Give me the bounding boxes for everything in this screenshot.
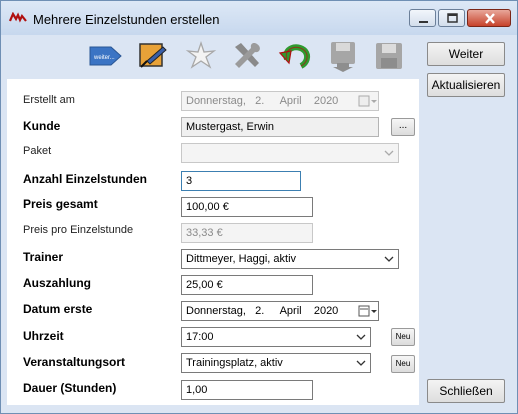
save-as-icon — [331, 42, 355, 72]
ort-new-button[interactable]: Neu — [391, 355, 415, 373]
paket-combobox — [181, 143, 399, 163]
ort-label: Veranstaltungsort — [23, 355, 126, 369]
minimize-icon — [419, 21, 428, 23]
schliessen-button[interactable]: Schließen — [427, 379, 505, 403]
erstellt-am-label: Erstellt am — [23, 94, 75, 106]
tools-icon — [235, 43, 260, 68]
close-button[interactable] — [467, 9, 511, 27]
datum-erste-label: Datum erste — [23, 302, 93, 316]
preis-pro-label: Preis pro Einzelstunde — [23, 224, 134, 236]
aktualisieren-button[interactable]: Aktualisieren — [427, 73, 505, 97]
maximize-button[interactable] — [438, 9, 465, 27]
datum-weekday: Donnerstag, — [186, 305, 246, 317]
erstellt-weekday: Donnerstag, — [186, 95, 246, 107]
undo-arrow-icon — [278, 44, 311, 69]
close-icon — [485, 13, 495, 24]
datum-month: April — [279, 305, 302, 317]
erstellt-am-datepicker: Donnerstag, 2. April 2020 — [181, 91, 379, 111]
dauer-input[interactable]: 1,00 — [181, 380, 313, 400]
arrow-tag-icon: weiter... — [89, 46, 122, 66]
svg-text:weiter...: weiter... — [93, 55, 115, 61]
chevron-down-icon — [384, 150, 394, 156]
title-bar: Mehrere Einzelstunden erstellen — [1, 1, 517, 35]
toolbar: weiter... — [7, 37, 419, 77]
kunde-select-button[interactable]: ... — [391, 118, 415, 136]
datum-erste-datepicker[interactable]: Donnerstag, 2. April 2020 — [181, 301, 379, 321]
edit-document-icon — [139, 43, 167, 68]
preis-gesamt-label: Preis gesamt — [23, 197, 98, 211]
auszahlung-input[interactable]: 25,00 € — [181, 275, 313, 295]
preis-gesamt-input[interactable]: 100,00 € — [181, 197, 313, 217]
calendar-icon — [358, 95, 377, 107]
kunde-label: Kunde — [23, 119, 61, 133]
trainer-label: Trainer — [23, 250, 64, 264]
undo-toolbar-button[interactable] — [277, 39, 313, 73]
preis-pro-field: 33,33 € — [181, 223, 313, 243]
save-toolbar-button[interactable] — [371, 39, 407, 73]
chevron-down-icon[interactable] — [353, 329, 369, 345]
ort-combobox[interactable]: Trainingsplatz, aktiv — [181, 353, 371, 373]
star-outline-icon — [185, 40, 217, 69]
tools-toolbar-button[interactable] — [229, 39, 265, 73]
erstellt-year: 2020 — [313, 95, 339, 107]
erstellt-day: 2. — [255, 95, 265, 107]
anzahl-input[interactable]: 3 — [181, 171, 301, 191]
form-panel: Erstellt am Donnerstag, 2. April 2020 Ku… — [7, 79, 419, 405]
weiter-toolbar-button[interactable]: weiter... — [87, 39, 123, 73]
minimize-button[interactable] — [409, 9, 436, 27]
datum-day: 2. — [255, 305, 265, 317]
uhrzeit-combobox[interactable]: 17:00 — [181, 327, 371, 347]
datum-year: 2020 — [313, 305, 339, 317]
erstellt-month: April — [279, 95, 302, 107]
save-as-toolbar-button[interactable] — [325, 39, 361, 73]
maximize-icon — [447, 13, 458, 23]
anzahl-label: Anzahl Einzelstunden — [23, 172, 148, 186]
weiter-button[interactable]: Weiter — [427, 42, 505, 66]
paket-label: Paket — [23, 145, 52, 157]
app-logo-icon — [9, 12, 27, 23]
new-toolbar-button[interactable] — [183, 39, 219, 73]
auszahlung-label: Auszahlung — [23, 276, 91, 290]
uhrzeit-label: Uhrzeit — [23, 329, 64, 343]
dauer-label: Dauer (Stunden) — [23, 381, 117, 395]
trainer-combobox[interactable]: Dittmeyer, Haggi, aktiv — [181, 249, 399, 269]
edit-toolbar-button[interactable] — [135, 39, 171, 73]
save-icon — [376, 43, 402, 69]
dialog-window: Mehrere Einzelstunden erstellen weiter..… — [0, 0, 518, 414]
kunde-field[interactable]: Mustergast, Erwin — [181, 117, 379, 137]
calendar-icon[interactable] — [358, 302, 378, 320]
chevron-down-icon[interactable] — [381, 251, 397, 267]
uhrzeit-new-button[interactable]: Neu — [391, 328, 415, 346]
chevron-down-icon[interactable] — [353, 355, 369, 371]
window-title: Mehrere Einzelstunden erstellen — [33, 12, 220, 27]
